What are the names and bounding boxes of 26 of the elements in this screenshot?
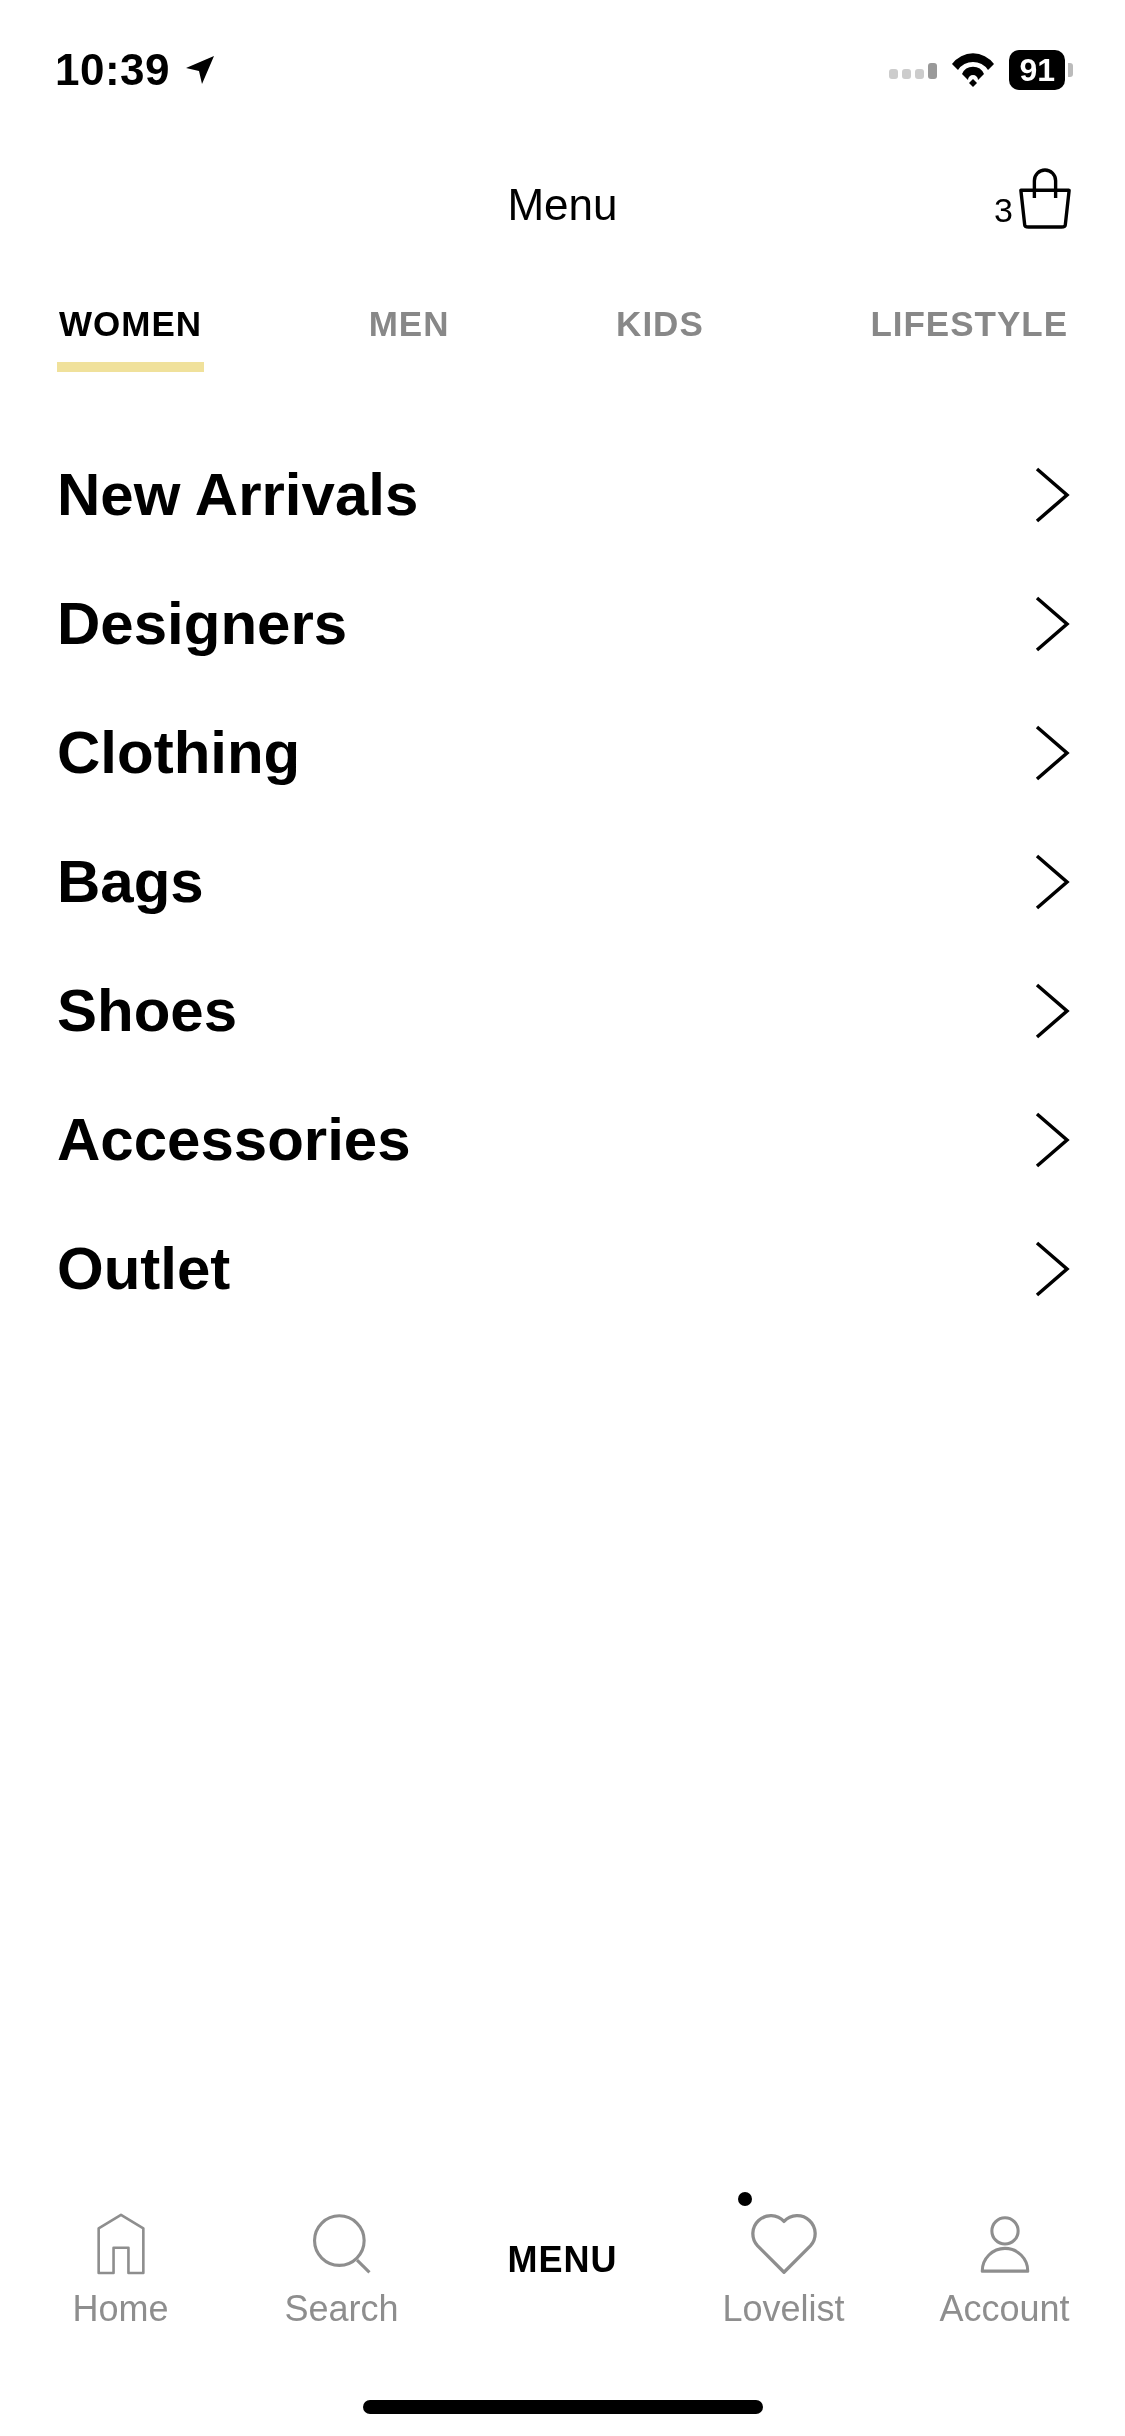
menu-item[interactable]: Accessories bbox=[57, 1105, 411, 1174]
chevron-right-icon bbox=[1034, 852, 1070, 911]
menu-item[interactable]: Designers bbox=[57, 589, 348, 658]
heart-icon bbox=[748, 2212, 819, 2276]
category-tab[interactable]: MEN bbox=[366, 298, 452, 372]
nav-tab[interactable]: MENU bbox=[462, 2190, 663, 2330]
clock-time: 10:39 bbox=[55, 45, 171, 95]
category-tab[interactable]: WOMEN bbox=[57, 298, 205, 372]
chevron-right-icon bbox=[1034, 594, 1070, 653]
menu-item[interactable]: Clothing bbox=[57, 718, 301, 787]
chevron-right-icon bbox=[1034, 465, 1070, 524]
menu-item[interactable]: Bags bbox=[57, 847, 204, 916]
menu-item[interactable]: New Arrivals bbox=[57, 460, 419, 529]
chevron-right-icon bbox=[1034, 1110, 1070, 1169]
cart-count: 3 bbox=[994, 190, 1013, 230]
category-tab[interactable]: KIDS bbox=[614, 298, 706, 372]
screen-title: Menu bbox=[507, 180, 618, 230]
shopping-bag-icon[interactable] bbox=[1017, 168, 1073, 230]
battery-indicator: 91 bbox=[1009, 50, 1073, 90]
category-tab[interactable]: LIFESTYLE bbox=[868, 298, 1070, 372]
menu-item[interactable]: Outlet bbox=[57, 1234, 231, 1303]
menu-item[interactable]: Shoes bbox=[57, 976, 238, 1045]
chevron-right-icon bbox=[1034, 723, 1070, 782]
chevron-right-icon bbox=[1034, 981, 1070, 1040]
search-icon bbox=[310, 2214, 373, 2276]
chevron-right-icon bbox=[1034, 1239, 1070, 1298]
